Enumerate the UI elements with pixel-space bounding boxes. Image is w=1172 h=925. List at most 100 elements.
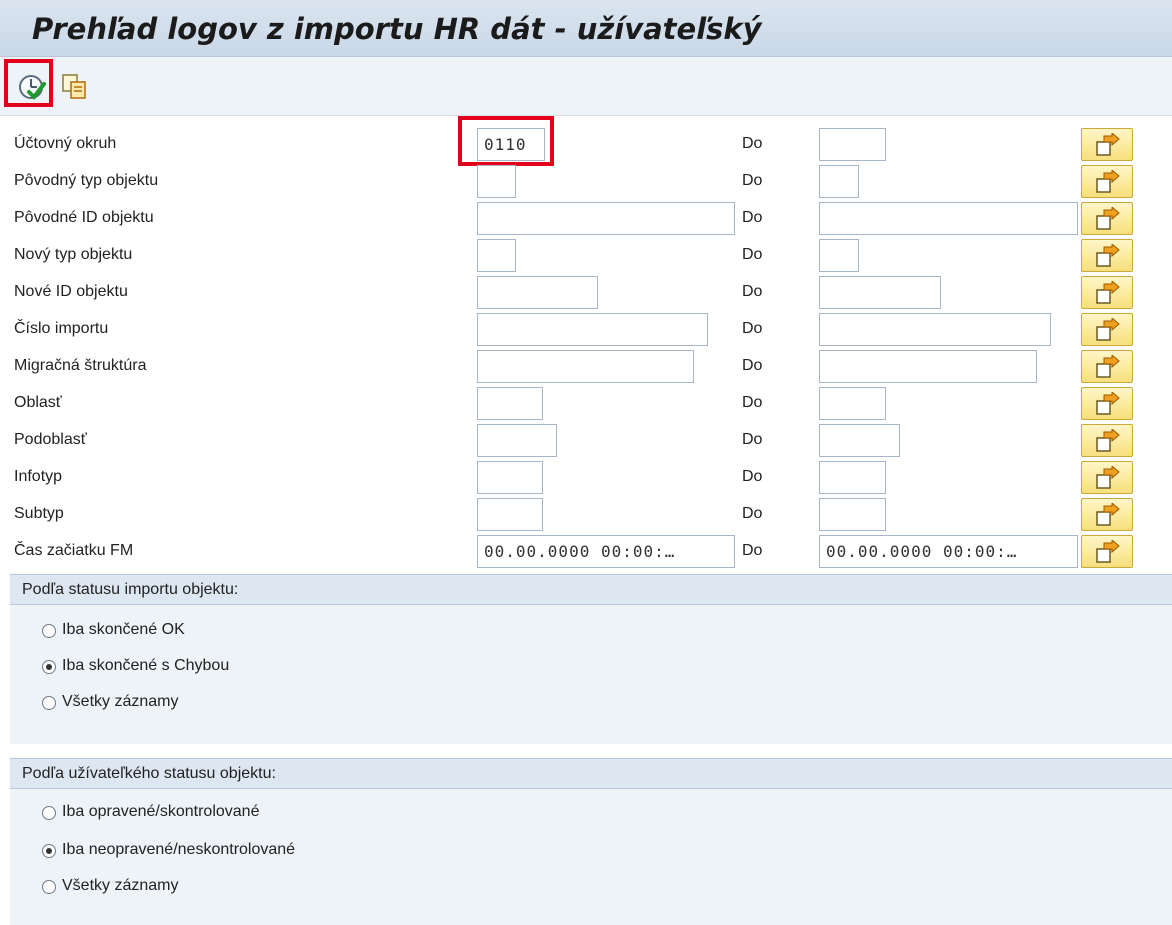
to-input[interactable] bbox=[819, 313, 1051, 346]
field-label: Infotyp bbox=[14, 468, 63, 485]
field-row-oblast: Oblasť Do bbox=[0, 385, 1172, 422]
multiple-selection-button[interactable] bbox=[1081, 239, 1133, 272]
to-label: Do bbox=[742, 468, 763, 485]
group-header: Podľa užívateľkého statusu objektu: bbox=[10, 758, 1172, 789]
group-user-status: Podľa užívateľkého statusu objektu: Iba … bbox=[10, 758, 1172, 925]
field-row-cislo-importu: Číslo importu Do bbox=[0, 311, 1172, 348]
multiple-selection-button[interactable] bbox=[1081, 350, 1133, 383]
from-input[interactable] bbox=[477, 424, 557, 457]
field-label: Pôvodný typ objektu bbox=[14, 172, 159, 189]
multiple-selection-button[interactable] bbox=[1081, 202, 1133, 235]
to-label: Do bbox=[742, 542, 763, 559]
radio-button-selected-icon[interactable] bbox=[42, 660, 56, 674]
radio-label: Iba neopravené/neskontrolované bbox=[62, 841, 296, 858]
to-input[interactable] bbox=[819, 387, 886, 420]
multiple-selection-icon bbox=[1096, 466, 1120, 489]
multiple-selection-button[interactable] bbox=[1081, 498, 1133, 531]
from-input[interactable] bbox=[477, 239, 516, 272]
to-label: Do bbox=[742, 172, 763, 189]
multiple-selection-button[interactable] bbox=[1081, 535, 1133, 568]
field-label: Čas začiatku FM bbox=[14, 542, 134, 559]
to-input[interactable] bbox=[819, 461, 886, 494]
multiple-selection-icon bbox=[1096, 133, 1120, 156]
group-import-status: Podľa statusu importu objektu: Iba skonč… bbox=[10, 574, 1172, 744]
field-row-nove-id: Nové ID objektu Do bbox=[0, 274, 1172, 311]
to-input[interactable] bbox=[819, 239, 859, 272]
from-input[interactable]: 00.00.0000 00:00:… bbox=[477, 535, 735, 568]
to-input[interactable] bbox=[819, 165, 859, 198]
multiple-selection-icon bbox=[1096, 429, 1120, 452]
from-input[interactable] bbox=[477, 498, 543, 531]
field-row-cas-zaciatku: Čas začiatku FM 00.00.0000 00:00:… Do 00… bbox=[0, 533, 1172, 570]
field-label: Pôvodné ID objektu bbox=[14, 209, 154, 226]
multiple-selection-button[interactable] bbox=[1081, 165, 1133, 198]
field-label: Oblasť bbox=[14, 394, 62, 411]
to-input[interactable] bbox=[819, 202, 1078, 235]
to-input[interactable]: 00.00.0000 00:00:… bbox=[819, 535, 1078, 568]
field-row-povodne-id: Pôvodné ID objektu Do bbox=[0, 200, 1172, 237]
to-label: Do bbox=[742, 283, 763, 300]
to-input[interactable] bbox=[819, 276, 941, 309]
to-input[interactable] bbox=[819, 424, 900, 457]
field-label: Nové ID objektu bbox=[14, 283, 128, 300]
field-label: Nový typ objektu bbox=[14, 246, 133, 263]
multiple-selection-icon bbox=[1096, 281, 1120, 304]
title-bar: Prehľad logov z importu HR dát - užívate… bbox=[0, 0, 1172, 57]
multiple-selection-icon bbox=[1096, 244, 1120, 267]
multiple-selection-icon bbox=[1096, 503, 1120, 526]
group-spacer bbox=[0, 744, 1172, 758]
multiple-selection-button[interactable] bbox=[1081, 424, 1133, 457]
field-row-novy-typ: Nový typ objektu Do bbox=[0, 237, 1172, 274]
to-label: Do bbox=[742, 209, 763, 226]
radio-button-selected-icon[interactable] bbox=[42, 844, 56, 858]
from-input[interactable] bbox=[477, 276, 598, 309]
field-label: Migračná štruktúra bbox=[14, 357, 147, 374]
from-input[interactable] bbox=[477, 387, 543, 420]
field-row-infotyp: Infotyp Do bbox=[0, 459, 1172, 496]
field-label: Podoblasť bbox=[14, 431, 87, 448]
from-input[interactable] bbox=[477, 165, 516, 198]
multiple-selection-button[interactable] bbox=[1081, 461, 1133, 494]
multiple-selection-button[interactable] bbox=[1081, 276, 1133, 309]
to-label: Do bbox=[742, 394, 763, 411]
to-label: Do bbox=[742, 320, 763, 337]
multiple-selection-icon bbox=[1096, 392, 1120, 415]
copy-selection-icon bbox=[62, 74, 86, 99]
field-label: Číslo importu bbox=[14, 320, 109, 337]
multiple-selection-icon bbox=[1096, 170, 1120, 193]
multiple-selection-button[interactable] bbox=[1081, 313, 1133, 346]
to-input[interactable] bbox=[819, 128, 886, 161]
multiple-selection-button[interactable] bbox=[1081, 387, 1133, 420]
to-input[interactable] bbox=[819, 350, 1037, 383]
multiple-selection-icon bbox=[1096, 355, 1120, 378]
radio-button-icon[interactable] bbox=[42, 880, 56, 894]
radio-button-icon[interactable] bbox=[42, 624, 56, 638]
from-input[interactable] bbox=[477, 350, 694, 383]
field-label: Subtyp bbox=[14, 505, 64, 522]
to-label: Do bbox=[742, 505, 763, 522]
selection-form: Účtovný okruh 0110 Do Pôvodný typ objekt… bbox=[0, 116, 1172, 572]
multiple-selection-icon bbox=[1096, 207, 1120, 230]
radio-button-icon[interactable] bbox=[42, 806, 56, 820]
multiple-selection-button[interactable] bbox=[1081, 128, 1133, 161]
radio-label: Iba skončené OK bbox=[62, 621, 185, 638]
field-label: Účtovný okruh bbox=[14, 135, 117, 152]
radio-label: Všetky záznamy bbox=[62, 877, 179, 894]
group-header: Podľa statusu importu objektu: bbox=[10, 574, 1172, 605]
copy-selection-button[interactable] bbox=[60, 71, 90, 101]
page-title: Prehľad logov z importu HR dát - užívate… bbox=[32, 12, 762, 46]
group-title: Podľa statusu importu objektu: bbox=[22, 581, 239, 598]
to-label: Do bbox=[742, 135, 763, 152]
to-label: Do bbox=[742, 431, 763, 448]
radio-button-icon[interactable] bbox=[42, 696, 56, 710]
to-input[interactable] bbox=[819, 498, 886, 531]
field-row-podoblast: Podoblasť Do bbox=[0, 422, 1172, 459]
radio-label: Iba skončené s Chybou bbox=[62, 657, 230, 674]
to-label: Do bbox=[742, 246, 763, 263]
from-input[interactable] bbox=[477, 313, 708, 346]
from-input[interactable] bbox=[477, 461, 543, 494]
radio-label: Všetky záznamy bbox=[62, 693, 179, 710]
from-input[interactable] bbox=[477, 202, 735, 235]
multiple-selection-icon bbox=[1096, 318, 1120, 341]
radio-label: Iba opravené/skontrolované bbox=[62, 803, 260, 820]
